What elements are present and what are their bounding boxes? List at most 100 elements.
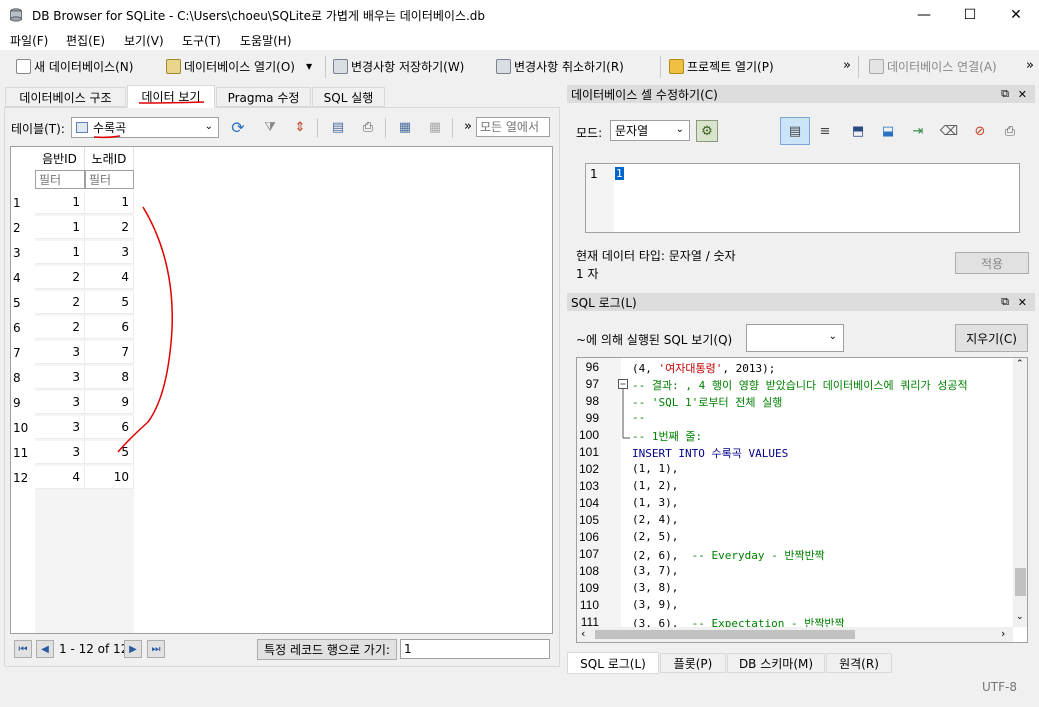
scroll-left-icon[interactable]: ‹ <box>581 627 585 640</box>
row-header[interactable]: 3 <box>11 241 35 264</box>
float-panel-icon[interactable]: ⧉ <box>1001 87 1009 101</box>
table-cell[interactable]: 1 <box>85 191 134 214</box>
maximize-button[interactable]: ☐ <box>947 0 993 30</box>
previous-page-icon[interactable]: ◀ <box>36 640 54 658</box>
refresh-icon[interactable]: ⟳ <box>227 116 249 138</box>
table-cell[interactable]: 1 <box>35 191 85 214</box>
sql-log-editor[interactable]: 96 (4, '여자대통령', 2013); 97 -- 결과: , 4 행이 영향 … <box>576 357 1028 643</box>
table-cell[interactable]: 6 <box>85 316 134 339</box>
float-panel-icon[interactable]: ⧉ <box>1001 295 1009 309</box>
vertical-scrollbar[interactable]: ⌃ ⌄ <box>1013 358 1027 627</box>
toolbar-overflow-icon[interactable]: » <box>1026 58 1034 73</box>
menu-help[interactable]: 도움말(H) <box>240 32 292 49</box>
print-cell-icon[interactable]: ⎙ <box>999 120 1021 142</box>
menu-view[interactable]: 보기(V) <box>124 32 164 49</box>
table-cell[interactable]: 9 <box>85 391 134 414</box>
table-cell[interactable]: 3 <box>85 241 134 264</box>
sort-icon[interactable]: ⇕ <box>289 116 311 138</box>
print-icon[interactable]: ⎙ <box>357 116 379 138</box>
global-filter-input[interactable] <box>476 117 550 137</box>
first-page-icon[interactable]: ⏮ <box>14 640 32 658</box>
scroll-right-icon[interactable]: › <box>1001 627 1005 640</box>
table-cell[interactable]: 2 <box>35 266 85 289</box>
tab-remote[interactable]: 원격(R) <box>826 653 892 673</box>
tab-pragma[interactable]: Pragma 수정 <box>216 87 311 107</box>
scroll-up-icon[interactable]: ⌃ <box>1016 359 1024 369</box>
menu-file[interactable]: 파일(F) <box>10 32 48 49</box>
minimize-button[interactable]: — <box>901 0 947 30</box>
table-cell[interactable]: 4 <box>35 466 85 489</box>
table-cell[interactable]: 3 <box>35 366 85 389</box>
tab-plot[interactable]: 플롯(P) <box>660 653 726 673</box>
open-database-button[interactable]: 데이터베이스 열기(O) ▼ <box>166 56 312 76</box>
table-cell[interactable]: 2 <box>35 316 85 339</box>
filter-input[interactable] <box>85 170 134 189</box>
table-cell[interactable]: 2 <box>85 216 134 239</box>
open-project-button[interactable]: 프로젝트 열기(P) <box>669 56 774 76</box>
table-select[interactable]: 수록곡 ⌄ <box>71 117 219 138</box>
fold-marker-icon[interactable] <box>617 378 631 440</box>
table-cell[interactable]: 3 <box>35 341 85 364</box>
close-panel-icon[interactable]: ✕ <box>1018 88 1027 101</box>
attach-database-button[interactable]: 데이터베이스 연결(A) <box>869 56 997 76</box>
delete-record-icon[interactable]: ▦ <box>424 116 446 138</box>
next-page-icon[interactable]: ▶ <box>124 640 142 658</box>
table-cell[interactable]: 6 <box>85 416 134 439</box>
scrollbar-thumb[interactable] <box>1015 568 1026 596</box>
row-header[interactable]: 6 <box>11 316 35 339</box>
cell-editor[interactable]: 1 1 <box>585 163 1020 233</box>
scrollbar-thumb[interactable] <box>595 630 855 639</box>
column-header[interactable]: 노래ID <box>85 147 134 170</box>
horizontal-scrollbar[interactable]: ‹ › <box>577 627 1013 642</box>
row-header[interactable]: 12 <box>11 466 35 489</box>
tab-browse-data[interactable]: 데이터 보기 <box>127 85 215 108</box>
open-external-icon[interactable]: ⇥ <box>907 120 929 142</box>
insert-record-icon[interactable]: ▦ <box>394 116 416 138</box>
table-cell[interactable]: 8 <box>85 366 134 389</box>
row-header[interactable]: 4 <box>11 266 35 289</box>
filter-input[interactable] <box>35 170 85 189</box>
dropdown-arrow-icon[interactable]: ▼ <box>306 62 312 71</box>
row-header[interactable]: 10 <box>11 416 35 439</box>
export-icon[interactable]: ⬓ <box>877 120 899 142</box>
word-wrap-icon[interactable]: ▤ <box>780 117 810 145</box>
table-cell[interactable]: 3 <box>35 391 85 414</box>
table-cell[interactable]: 5 <box>85 441 134 464</box>
table-cell[interactable]: 1 <box>35 216 85 239</box>
apply-button[interactable]: 적용 <box>955 252 1029 274</box>
revert-changes-button[interactable]: 변경사항 취소하기(R) <box>496 56 624 76</box>
table-cell[interactable]: 10 <box>85 466 134 489</box>
row-header[interactable]: 8 <box>11 366 35 389</box>
row-header[interactable]: 5 <box>11 291 35 314</box>
goto-record-button[interactable]: 특정 레코드 행으로 가기: <box>257 639 397 660</box>
menu-tools[interactable]: 도구(T) <box>182 32 221 49</box>
write-changes-button[interactable]: 변경사항 저장하기(W) <box>333 56 464 76</box>
toolbar-overflow-icon[interactable]: » <box>843 58 851 73</box>
new-database-button[interactable]: 새 데이터베이스(N) <box>16 56 133 76</box>
auto-switch-icon[interactable]: ⚙ <box>696 120 718 142</box>
scroll-down-icon[interactable]: ⌄ <box>1016 612 1024 622</box>
row-header[interactable]: 1 <box>11 191 35 214</box>
last-page-icon[interactable]: ⏭ <box>147 640 165 658</box>
tab-db-schema[interactable]: DB 스키마(M) <box>727 653 825 673</box>
table-cell[interactable]: 3 <box>35 441 85 464</box>
table-cell[interactable]: 5 <box>85 291 134 314</box>
set-null-icon[interactable]: ⌫ <box>938 120 960 142</box>
table-cell[interactable]: 2 <box>35 291 85 314</box>
clear-filters-icon[interactable]: ⧩ <box>259 116 281 138</box>
table-cell[interactable]: 1 <box>35 241 85 264</box>
column-header[interactable]: 음반ID <box>35 147 85 170</box>
row-header[interactable]: 9 <box>11 391 35 414</box>
auto-format-icon[interactable]: ≡ <box>814 120 836 142</box>
tab-execute-sql[interactable]: SQL 실행 <box>312 87 385 107</box>
row-header[interactable]: 2 <box>11 216 35 239</box>
table-cell[interactable]: 4 <box>85 266 134 289</box>
mode-select[interactable]: 문자열 ⌄ <box>610 120 690 141</box>
tab-database-structure[interactable]: 데이터베이스 구조 <box>5 87 126 107</box>
submitted-by-select[interactable]: ⌄ <box>746 324 844 352</box>
erase-icon[interactable]: ⊘ <box>969 120 991 142</box>
save-table-icon[interactable]: ▤ <box>327 116 349 138</box>
row-header[interactable]: 11 <box>11 441 35 464</box>
tab-sql-log[interactable]: SQL 로그(L) <box>567 652 659 674</box>
clear-log-button[interactable]: 지우기(C) <box>955 324 1028 352</box>
